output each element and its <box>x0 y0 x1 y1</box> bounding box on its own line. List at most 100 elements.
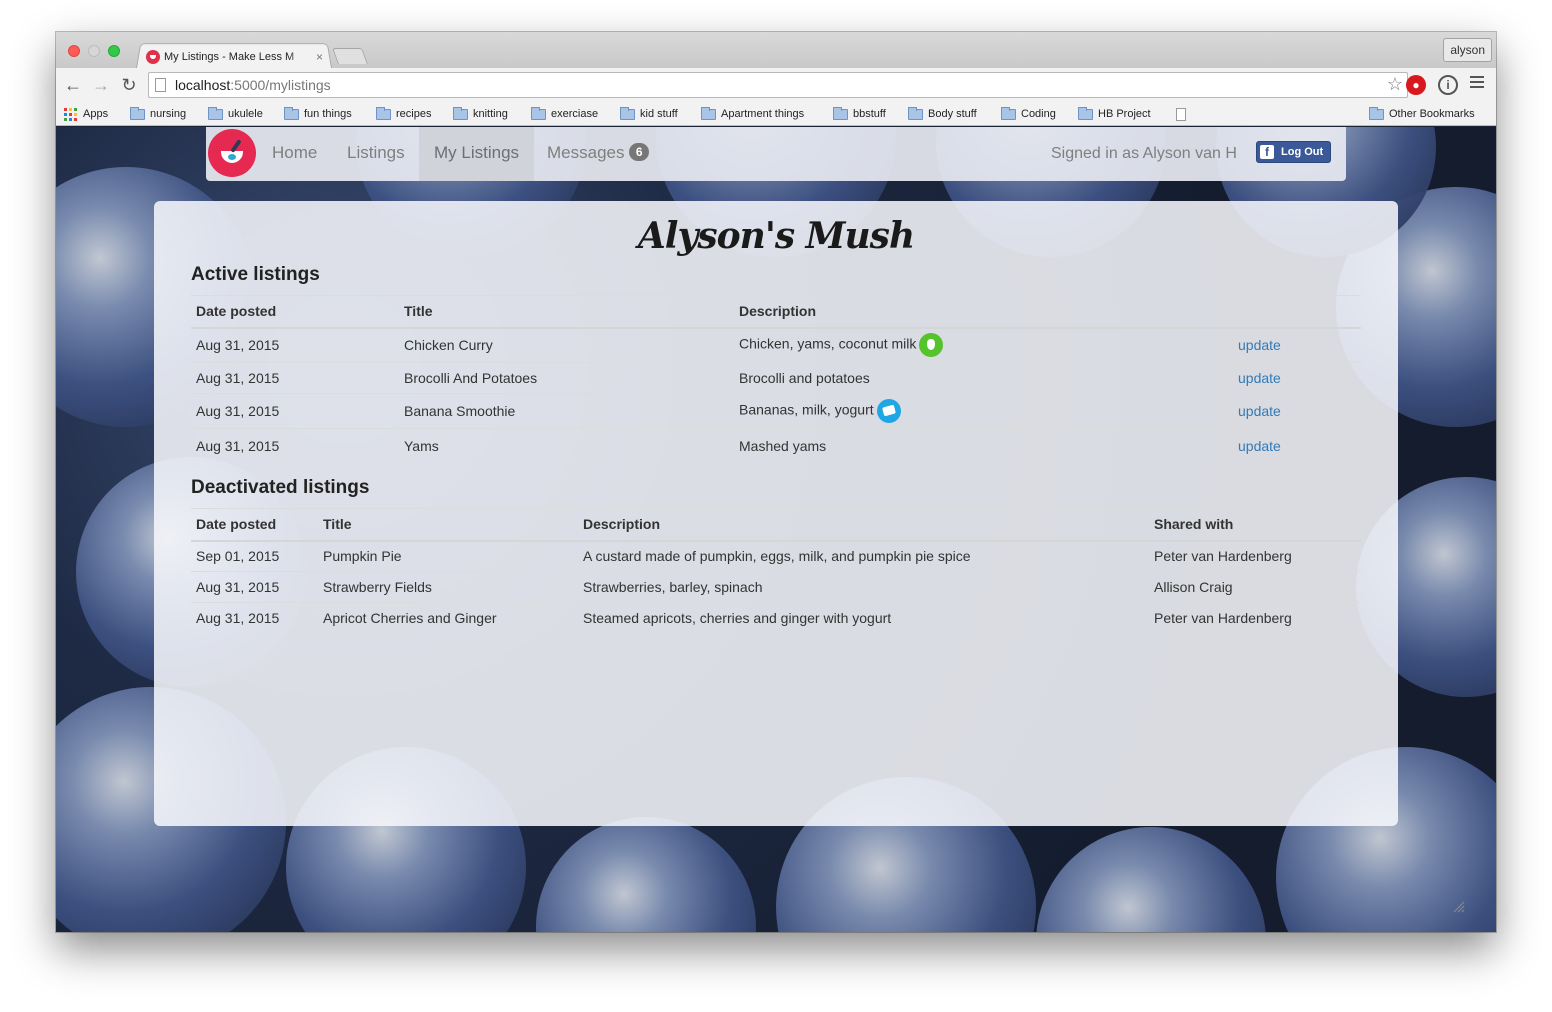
date-cell: Aug 31, 2015 <box>191 393 399 429</box>
nav-my-listings-link[interactable]: My Listings <box>419 127 535 181</box>
bookmark-folder-exerciase[interactable]: exerciase <box>531 105 598 123</box>
description-cell: A custard made of pumpkin, eggs, milk, a… <box>578 540 1149 572</box>
back-arrow-icon[interactable]: ← <box>62 74 84 96</box>
description-cell: Chicken, yams, coconut milk <box>734 327 1233 363</box>
bookmark-folder-knitting[interactable]: knitting <box>453 105 508 123</box>
column-header: Shared with <box>1149 508 1361 542</box>
tab-title: My Listings - Make Less M <box>164 51 295 63</box>
folder-icon <box>453 106 468 120</box>
page-viewport: Home Listings My Listings Messages 6 Sig… <box>56 127 1496 932</box>
bookmark-apps[interactable]: Apps <box>64 105 108 123</box>
folder-icon <box>833 106 848 120</box>
update-link[interactable]: update <box>1233 362 1361 394</box>
nav-home-link[interactable]: Home <box>257 127 332 181</box>
column-header: Title <box>318 508 578 542</box>
table-row: Aug 31, 2015 Apricot Cherries and Ginger… <box>191 603 1361 634</box>
update-link[interactable]: update <box>1233 393 1361 429</box>
info-extension-icon[interactable]: i <box>1438 75 1458 95</box>
update-link[interactable]: update <box>1233 429 1361 464</box>
browser-window: My Listings - Make Less M × alyson ← → ↻… <box>56 32 1496 932</box>
adblock-extension-icon[interactable]: ● <box>1406 75 1426 95</box>
column-header: Description <box>578 508 1149 542</box>
bookmark-star-icon[interactable]: ☆ <box>1387 74 1403 95</box>
profile-button[interactable]: alyson <box>1443 38 1492 62</box>
column-header: Title <box>399 295 734 329</box>
title-cell: Chicken Curry <box>399 327 734 363</box>
url-text: localhost:5000/mylistings <box>175 77 331 93</box>
bookmark-folder-kid-stuff[interactable]: kid stuff <box>620 105 678 123</box>
folder-icon <box>284 106 299 120</box>
table-row: Aug 31, 2015 Chicken Curry Chicken, yams… <box>191 327 1361 363</box>
hamburger-menu-icon[interactable] <box>1470 76 1484 91</box>
dairy-tag-icon <box>876 399 901 423</box>
table-row: Aug 31, 2015 Strawberry Fields Strawberr… <box>191 571 1361 603</box>
reload-icon[interactable]: ↻ <box>118 74 140 96</box>
tab-content[interactable]: My Listings - Make Less M × <box>144 47 332 67</box>
bookmark-folder-bbstuff[interactable]: bbstuff <box>833 105 886 123</box>
new-tab-button[interactable] <box>332 48 368 64</box>
file-icon <box>1176 107 1186 121</box>
bookmark-folder-body-stuff[interactable]: Body stuff <box>908 105 977 123</box>
shared-with-cell: Allison Craig <box>1149 571 1361 603</box>
resize-grip-icon[interactable] <box>1452 900 1466 914</box>
bookmark-folder-fun-things[interactable]: fun things <box>284 105 352 123</box>
nav-listings-link[interactable]: Listings <box>332 127 420 181</box>
title-cell: Banana Smoothie <box>399 393 734 429</box>
signed-in-text: Signed in as Alyson van H <box>1051 145 1237 162</box>
vegetable-tag-icon <box>919 333 944 358</box>
bookmark-folder-other[interactable]: Other Bookmarks <box>1369 105 1475 123</box>
column-header <box>1233 295 1361 329</box>
date-cell: Aug 31, 2015 <box>191 571 318 603</box>
maximize-window-button[interactable] <box>108 45 120 57</box>
bookmark-folder-recipes[interactable]: recipes <box>376 105 431 123</box>
bookmarks-bar: Apps nursing ukulele fun things recipes … <box>56 102 1496 126</box>
site-logo[interactable] <box>208 129 256 177</box>
forward-arrow-icon[interactable]: → <box>90 74 112 96</box>
close-window-button[interactable] <box>68 45 80 57</box>
apps-grid-icon <box>64 107 77 121</box>
title-cell: Yams <box>404 438 439 455</box>
bookmark-folder-nursing[interactable]: nursing <box>130 105 186 123</box>
date-cell: Aug 31, 2015 <box>196 610 280 627</box>
table-row: Aug 31, 2015 Banana Smoothie Bananas, mi… <box>191 393 1361 429</box>
listings-panel: Alyson's Mush Active listings Date poste… <box>154 201 1398 826</box>
deactivated-listings-heading: Deactivated listings <box>191 477 370 498</box>
bookmark-page[interactable] <box>1176 105 1186 123</box>
active-listings-heading: Active listings <box>191 264 320 285</box>
update-link[interactable]: update <box>1233 327 1361 363</box>
facebook-logout-button[interactable]: f Log Out <box>1256 141 1332 163</box>
bookmark-folder-hb-project[interactable]: HB Project <box>1078 105 1151 123</box>
bookmark-folder-apartment-things[interactable]: Apartment things <box>701 105 804 123</box>
bookmark-folder-ukulele[interactable]: ukulele <box>208 105 263 123</box>
description-cell: Strawberries, barley, spinach <box>578 571 1149 603</box>
favicon-icon <box>146 50 160 64</box>
bookmark-folder-coding[interactable]: Coding <box>1001 105 1056 123</box>
tab-strip: My Listings - Make Less M × alyson <box>56 32 1496 68</box>
date-cell: Aug 31, 2015 <box>191 362 399 394</box>
folder-icon <box>1001 106 1016 120</box>
tab-close-icon[interactable]: × <box>316 50 323 64</box>
nav-messages-link[interactable]: Messages 6 <box>532 127 664 181</box>
folder-icon <box>1369 106 1384 120</box>
page-icon <box>155 78 166 92</box>
browser-toolbar: ← → ↻ localhost:5000/mylistings ☆ ● i <box>56 68 1496 102</box>
address-bar[interactable]: localhost:5000/mylistings ☆ <box>148 72 1408 98</box>
shared-with-cell: Peter van Hardenberg <box>1154 610 1292 627</box>
facebook-icon: f <box>1260 145 1274 159</box>
site-navbar: Home Listings My Listings Messages 6 Sig… <box>206 127 1346 181</box>
column-header: Date posted <box>191 295 399 329</box>
minimize-window-button[interactable] <box>88 45 100 57</box>
folder-icon <box>130 106 145 120</box>
date-cell: Aug 31, 2015 <box>196 438 280 455</box>
column-header: Date posted <box>191 508 318 542</box>
date-cell: Sep 01, 2015 <box>191 540 318 572</box>
description-cell: Mashed yams <box>739 438 827 455</box>
title-cell: Pumpkin Pie <box>318 540 578 572</box>
folder-icon <box>531 106 546 120</box>
active-listings-table: Date posted Title Description Aug 31, 20… <box>191 295 1361 464</box>
folder-icon <box>376 106 391 120</box>
title-cell: Apricot Cherries and Ginger <box>323 610 497 627</box>
folder-icon <box>701 106 716 120</box>
messages-count-badge: 6 <box>629 143 650 161</box>
folder-icon <box>208 106 223 120</box>
